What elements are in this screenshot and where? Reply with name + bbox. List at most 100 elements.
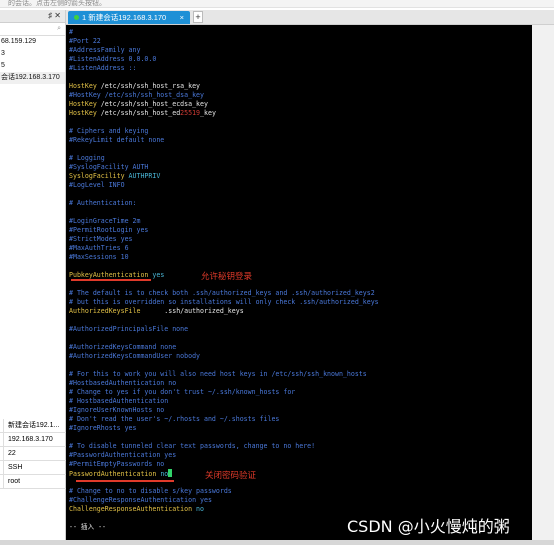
terminal-line: # HostbasedAuthentication (69, 397, 379, 406)
terminal-segment: .ssh/authorized_keys (140, 307, 244, 315)
terminal-view[interactable]: # #Port 22 #AddressFamily any #ListenAddres… (66, 25, 532, 540)
terminal-segment: #AuthorizedPrincipalsFile none (69, 325, 189, 333)
terminal-segment: #ListenAddress :: (69, 64, 137, 72)
terminal-line: # Logging (69, 154, 379, 163)
terminal-segment: yes (148, 271, 165, 279)
terminal-line: # Change to no to disable s/key password… (69, 487, 379, 496)
terminal-segment: # but this is overridden so installation… (69, 298, 379, 306)
pin-close-icons[interactable]: ♯ ✕ (48, 11, 61, 20)
terminal-line: #LogLevel INFO (69, 181, 379, 190)
terminal-segment: #PermitEmptyPasswords no (69, 460, 165, 468)
terminal-segment: #LoginGraceTime 2m (69, 217, 141, 225)
pubkey-annotation: 允许秘钥登录 (201, 272, 253, 282)
terminal-segment: -- 插入 -- (69, 523, 107, 531)
terminal-segment: # HostbasedAuthentication (69, 397, 169, 405)
terminal-segment: ChallengeResponseAuthentication (69, 505, 193, 513)
terminal-line: #AuthorizedKeysCommandUser nobody (69, 352, 379, 361)
tab-label: 1 新建会话192.168.3.170 (82, 13, 167, 22)
close-icon[interactable]: × (180, 11, 184, 24)
terminal-segment: AUTHPRIV (124, 172, 161, 180)
terminal-line: -- 插入 -- (69, 523, 379, 532)
property-value: root (8, 478, 21, 485)
terminal-segment: PasswordAuthentication (69, 470, 157, 478)
terminal-segment: PubkeyAuthentication (69, 271, 149, 279)
terminal-line: #IgnoreUserKnownHosts no (69, 406, 379, 415)
terminal-line: # To disable tunneled clear text passwor… (69, 442, 379, 451)
terminal-segment: # To disable tunneled clear text passwor… (69, 442, 316, 450)
terminal-line: # Change to yes if you don't trust ~/.ss… (69, 388, 379, 397)
terminal-line: #MaxAuthTries 6 (69, 244, 379, 253)
terminal-line: # (69, 28, 379, 37)
property-row: 22 (0, 447, 66, 461)
terminal-line: #PermitEmptyPasswords no (69, 460, 379, 469)
terminal-segment: #MaxAuthTries 6 (69, 244, 129, 252)
terminal-scrollbar[interactable] (532, 25, 554, 540)
terminal-segment: #PermitRootLogin yes (69, 226, 149, 234)
terminal-line: #StrictModes yes (69, 235, 379, 244)
terminal-segment: #StrictModes yes (69, 235, 133, 243)
terminal-segment: HostKey (69, 82, 97, 90)
status-bar (0, 540, 554, 545)
terminal-segment: HostKey (69, 109, 97, 117)
terminal-segment: no (156, 470, 169, 478)
add-tab-button[interactable]: + (193, 11, 203, 23)
session-item-selected[interactable]: 会话192.168.3.170 (0, 72, 65, 84)
pubkey-underline (71, 279, 151, 281)
property-value: 192.168.3.170 (8, 436, 53, 443)
terminal-segment: HostKey (69, 100, 97, 108)
watermark: CSDN @小火慢炖的粥 (347, 517, 510, 536)
terminal-segment: # (69, 28, 73, 36)
terminal-segment: #PasswordAuthentication yes (69, 451, 177, 459)
terminal-segment: #MaxSessions 10 (69, 253, 129, 261)
terminal-line: #AddressFamily any (69, 46, 379, 55)
terminal-segment: # Authentication: (69, 199, 137, 207)
terminal-segment: # Change to yes if you don't trust ~/.ss… (69, 388, 296, 396)
terminal-segment: #AddressFamily any (69, 46, 141, 54)
terminal-line: AuthorizedKeysFile .ssh/authorized_keys (69, 307, 379, 316)
password-annotation: 关闭密码验证 (205, 471, 257, 481)
terminal-line: #AuthorizedPrincipalsFile none (69, 325, 379, 334)
terminal-segment: SyslogFacility (69, 172, 125, 180)
terminal-segment: # Change to no to disable s/key password… (69, 487, 232, 495)
terminal-segment: #IgnoreRhosts yes (69, 424, 137, 432)
property-row: SSH (0, 461, 66, 475)
terminal-line: #RekeyLimit default none (69, 136, 379, 145)
property-row: 新建会话192.1... (0, 419, 66, 433)
terminal-segment: #IgnoreUserKnownHosts no (69, 406, 165, 414)
session-item[interactable]: 68.159.129 (0, 36, 65, 48)
terminal-segment: #LogLevel INFO (69, 181, 125, 189)
search-icon[interactable]: ⌕ (57, 25, 61, 32)
session-item[interactable]: 3 (0, 48, 65, 60)
terminal-line: #AuthorizedKeysCommand none (69, 343, 379, 352)
terminal-line: #PermitRootLogin yes (69, 226, 379, 235)
terminal-segment: AuthorizedKeysFile (69, 307, 141, 315)
terminal-segment: #AuthorizedKeysCommandUser nobody (69, 352, 201, 360)
pane-header: ♯ ✕ (0, 10, 65, 23)
terminal-line: #ListenAddress 0.0.0.0 (69, 55, 379, 64)
terminal-line: #SyslogFacility AUTH (69, 163, 379, 172)
terminal-line: # Ciphers and keying (69, 127, 379, 136)
property-row: root (0, 475, 66, 489)
terminal-segment: # For this to work you will also need ho… (69, 370, 367, 378)
terminal-line: #HostKey /etc/ssh/ssh_host_dsa_key (69, 91, 379, 100)
terminal-line: #ListenAddress :: (69, 64, 379, 73)
session-item[interactable]: 5 (0, 60, 65, 72)
property-row: 192.168.3.170 (0, 433, 66, 447)
terminal-segment: _key (200, 109, 216, 117)
terminal-segment: # Logging (69, 154, 105, 162)
session-search[interactable]: ⌕ (0, 23, 65, 36)
tab-session[interactable]: 1 新建会话192.168.3.170 × (68, 11, 190, 24)
terminal-line: # The default is to check both .ssh/auth… (69, 289, 379, 298)
property-value: 22 (8, 450, 16, 457)
terminal-segment: #Port 22 (69, 37, 101, 45)
terminal-segment: #RekeyLimit default none (69, 136, 165, 144)
terminal-line: HostKey /etc/ssh/ssh_host_ed25519_key (69, 109, 379, 118)
terminal-line: #Port 22 (69, 37, 379, 46)
